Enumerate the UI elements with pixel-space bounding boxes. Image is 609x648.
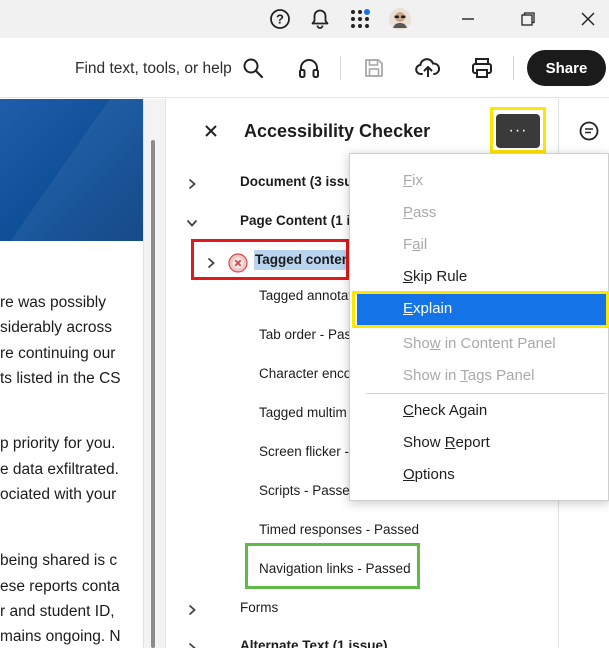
tree-item-character-encoding[interactable]: Character enco — [259, 366, 351, 381]
tree-item-screen-flicker[interactable]: Screen flicker - — [259, 444, 349, 459]
document-text-line: ts listed in the CS — [0, 370, 121, 387]
main-toolbar: Find text, tools, or help Share — [0, 38, 609, 98]
minimize-icon[interactable] — [455, 6, 481, 32]
toolbar-divider — [513, 56, 514, 80]
help-icon[interactable]: ? — [268, 7, 292, 31]
menu-item-show-report[interactable]: Show Report — [403, 434, 490, 451]
tree-item-timed-responses[interactable]: Timed responses - Passed — [259, 522, 419, 537]
menu-item-fix[interactable]: Fix — [403, 172, 423, 189]
read-aloud-headphones-icon[interactable] — [296, 55, 322, 81]
document-text-line: r and student ID, — [0, 603, 115, 620]
menu-item-skip-rule[interactable]: Skip Rule — [403, 268, 467, 285]
tree-item-alternate-text[interactable]: Alternate Text (1 issue) — [240, 638, 388, 648]
document-banner-image — [0, 99, 143, 241]
document-text-line: mains ongoing. N — [0, 628, 121, 645]
document-text-line: being shared is c — [0, 552, 118, 569]
search-icon[interactable] — [240, 55, 266, 81]
notification-bell-icon[interactable] — [308, 7, 332, 31]
panel-title: Accessibility Checker — [244, 121, 431, 141]
menu-item-check-again[interactable]: Check Again — [403, 402, 487, 419]
toolbar-divider — [340, 56, 341, 80]
tree-item-forms[interactable]: Forms — [240, 600, 278, 615]
highlight-tagged-content — [191, 239, 349, 280]
close-window-icon[interactable] — [575, 6, 601, 32]
document-text-line: siderably across — [0, 319, 112, 336]
document-text-line: re was possibly — [0, 294, 106, 311]
menu-item-fail[interactable]: Fail — [403, 236, 427, 253]
tree-item-tagged-annotations[interactable]: Tagged annotat — [259, 288, 352, 303]
document-view: re was possibly siderably across re cont… — [0, 99, 150, 648]
menu-item-options[interactable]: Options — [403, 466, 455, 483]
tree-item-scripts[interactable]: Scripts - Passed — [259, 483, 357, 498]
document-scrollbar-thumb[interactable] — [151, 140, 155, 648]
document-text-line: re continuing our — [0, 345, 116, 362]
cloud-upload-icon[interactable] — [415, 55, 441, 81]
tree-item-tab-order[interactable]: Tab order - Pass — [259, 327, 358, 342]
chevron-down-icon[interactable] — [185, 216, 199, 230]
title-bar: ? — [0, 0, 609, 38]
menu-divider — [366, 393, 606, 394]
print-icon[interactable] — [469, 55, 495, 81]
highlight-more-options — [490, 107, 546, 153]
highlight-explain — [352, 291, 609, 328]
document-text-line: p priority for you. — [0, 435, 116, 452]
tree-item-tagged-multimedia[interactable]: Tagged multim — [259, 405, 347, 420]
svg-text:?: ? — [276, 12, 284, 27]
menu-item-show-in-content-panel[interactable]: Show in Content Panel — [403, 335, 556, 352]
find-text-label[interactable]: Find text, tools, or help — [75, 60, 232, 78]
document-text-line: ese reports conta — [0, 578, 120, 595]
menu-item-pass[interactable]: Pass — [403, 204, 436, 221]
close-panel-icon[interactable] — [200, 120, 222, 142]
chevron-right-icon[interactable] — [185, 603, 199, 617]
tree-item-document[interactable]: Document (3 issu — [240, 174, 353, 189]
share-button[interactable]: Share — [527, 50, 606, 86]
apps-grid-icon[interactable] — [348, 7, 372, 31]
document-text-line: ociated with your — [0, 486, 117, 503]
comment-icon[interactable] — [578, 120, 600, 142]
chevron-right-icon[interactable] — [185, 641, 199, 648]
menu-item-show-in-tags-panel[interactable]: Show in Tags Panel — [403, 367, 534, 384]
document-text-line: e data exfiltrated. — [0, 461, 119, 478]
tree-item-page-content[interactable]: Page Content (1 is — [240, 213, 358, 228]
chevron-right-icon[interactable] — [185, 177, 199, 191]
highlight-navigation-links — [245, 543, 420, 589]
restore-icon[interactable] — [515, 6, 541, 32]
user-avatar[interactable] — [388, 7, 412, 31]
save-icon[interactable] — [361, 55, 387, 81]
